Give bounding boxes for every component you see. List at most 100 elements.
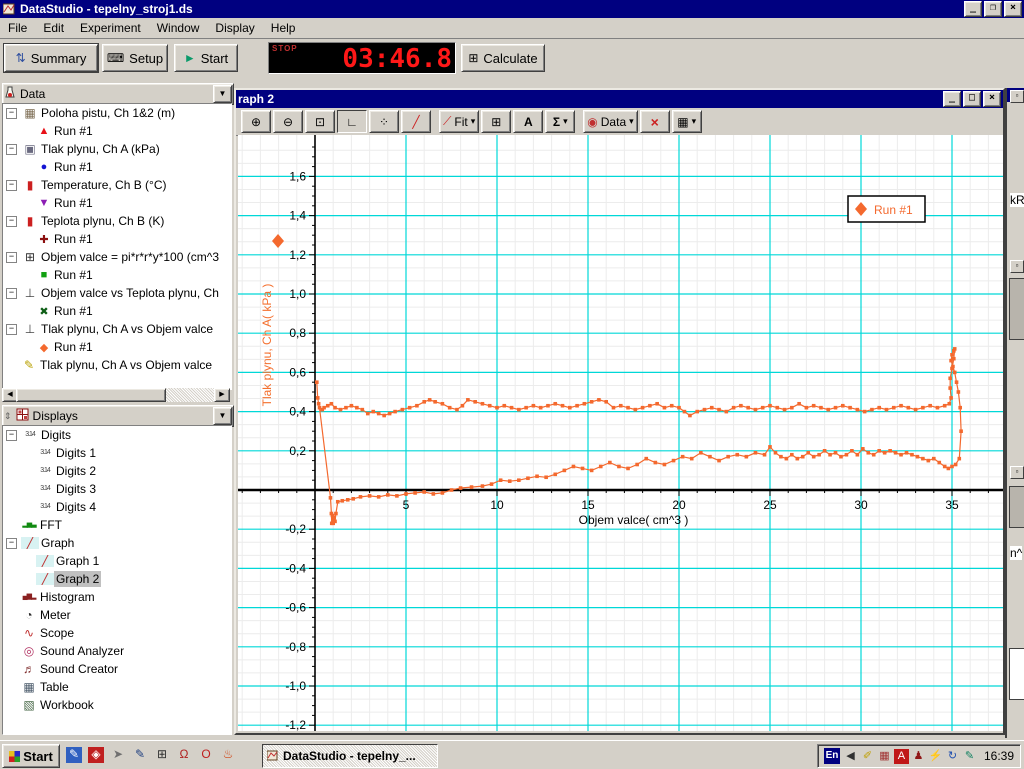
collapse-box-icon[interactable]: − — [6, 324, 17, 335]
collapse-box-icon[interactable]: − — [6, 538, 17, 549]
data-run-item[interactable]: ▼Run #1 — [19, 194, 231, 212]
text-annotation-button[interactable]: A — [513, 110, 543, 133]
scroll-right-icon[interactable]: ▶ — [214, 388, 230, 402]
summary-button[interactable]: ⇅ Summary — [4, 44, 98, 72]
displays-panel-header[interactable]: ⇕ Displays ▼ — [2, 405, 234, 427]
pen-line-icon[interactable]: ✎ — [962, 749, 977, 764]
display-item-graph[interactable]: −╱Graph — [3, 534, 231, 552]
menu-item-display[interactable]: Display — [207, 19, 262, 37]
opera-icon[interactable]: O — [198, 747, 214, 763]
calculate-button[interactable]: ⊞ Calculate — [461, 44, 545, 72]
scheduler-icon[interactable]: ▦ — [877, 749, 892, 764]
setup-button[interactable]: ⌨ Setup — [102, 44, 168, 72]
scale-to-fit-button[interactable]: ∟ — [337, 110, 367, 133]
speaker-icon[interactable]: ◀ — [843, 749, 858, 764]
graph-maximize-button[interactable]: □ — [963, 91, 981, 107]
graph-close-button[interactable]: × — [983, 91, 1001, 107]
menu-item-window[interactable]: Window — [149, 19, 208, 37]
data-item-2[interactable]: −▮Temperature, Ch B (°C) — [3, 176, 231, 194]
close-button[interactable]: × — [1004, 1, 1022, 17]
brush-icon[interactable]: ✐ — [860, 749, 875, 764]
data-item-0[interactable]: −▦Poloha pistu, Ch 1&2 (m) — [3, 104, 231, 122]
data-run-item[interactable]: ✖Run #1 — [19, 302, 231, 320]
pen-icon[interactable]: ✎ — [132, 747, 148, 763]
display-item-scope[interactable]: ∿Scope — [3, 624, 231, 642]
display-item-sound-creator[interactable]: ♬Sound Creator — [3, 660, 231, 678]
taskbar-app-button[interactable]: DataStudio - tepelny_... — [262, 744, 438, 768]
displays-panel-dropdown-button[interactable]: ▼ — [213, 407, 232, 425]
start-button[interactable]: ► Start — [174, 44, 238, 72]
display-item-meter[interactable]: ◔Meter — [3, 606, 231, 624]
data-panel-dropdown-button[interactable]: ▼ — [213, 85, 232, 103]
start-menu-button[interactable]: Start — [2, 744, 60, 768]
display-item-digits-3[interactable]: 3.14Digits 3 — [19, 480, 231, 498]
data-item-4[interactable]: −⊞Objem valce = pi*r*r*y*100 (cm^3 — [3, 248, 231, 266]
data-item-7[interactable]: ✎Tlak plynu, Ch A vs Objem valce — [3, 356, 231, 374]
graph-plot-area[interactable]: 1,61,41,21,00,80,60,40,2-0,2-0,4-0,6-0,8… — [238, 135, 1003, 731]
data-run-item[interactable]: ✚Run #1 — [19, 230, 231, 248]
lightning-icon[interactable]: ⚡ — [928, 749, 943, 764]
display-item-table[interactable]: ▦Table — [3, 678, 231, 696]
data-item-5[interactable]: −⊥Objem valce vs Teplota plynu, Ch — [3, 284, 231, 302]
data-item-1[interactable]: −▣Tlak plynu, Ch A (kPa) — [3, 140, 231, 158]
chevron-down-icon: ▾ — [692, 116, 697, 127]
graph-settings-button[interactable]: ▦ ▾ — [672, 110, 702, 133]
acrobat-icon[interactable]: ◈ — [88, 747, 104, 763]
display-item-digits-4[interactable]: 3.14Digits 4 — [19, 498, 231, 516]
slope-tool-button[interactable]: ╱ — [401, 110, 431, 133]
data-item-6[interactable]: −⊥Tlak plynu, Ch A vs Objem valce — [3, 320, 231, 338]
zoom-out-button[interactable]: ⊖ — [273, 110, 303, 133]
collapse-box-icon[interactable]: − — [6, 180, 17, 191]
main-toolbar: ⇅ Summary ⌨ Setup ► Start STOP 03:46.8 ⊞… — [0, 39, 1024, 76]
collapse-box-icon[interactable]: − — [6, 108, 17, 119]
display-item-sound-analyzer[interactable]: ◎Sound Analyzer — [3, 642, 231, 660]
minimize-button[interactable]: _ — [964, 1, 982, 17]
dragon-icon[interactable]: Ω — [176, 747, 192, 763]
display-item-histogram[interactable]: ▄▆▂Histogram — [3, 588, 231, 606]
sync-icon[interactable]: ↻ — [945, 749, 960, 764]
statistics-button[interactable]: Σ ▾ — [545, 110, 575, 133]
data-run-item[interactable]: ▲Run #1 — [19, 122, 231, 140]
data-run-item[interactable]: ●Run #1 — [19, 158, 231, 176]
display-item-digits-2[interactable]: 3.14Digits 2 — [19, 462, 231, 480]
zoom-in-button[interactable]: ⊕ — [241, 110, 271, 133]
calculator-icon[interactable]: ⊞ — [154, 747, 170, 763]
fit-menu-button[interactable]: ⟋ Fit ▾ — [439, 110, 479, 133]
remove-data-button[interactable]: × — [640, 110, 670, 133]
data-panel-header[interactable]: Data ▼ — [2, 83, 234, 105]
collapse-box-icon[interactable]: − — [6, 144, 17, 155]
figure-icon[interactable]: ♟ — [911, 749, 926, 764]
data-tree-hscrollbar[interactable]: ◀ ▶ — [2, 388, 230, 402]
display-item-digits[interactable]: −3.14Digits — [3, 426, 231, 444]
calculator-icon: ⊞ — [21, 251, 39, 263]
display-item-graph-1[interactable]: ╱Graph 1 — [19, 552, 231, 570]
menu-item-edit[interactable]: Edit — [35, 19, 72, 37]
data-menu-button[interactable]: ◉ Data ▾ — [583, 110, 637, 133]
restore-button[interactable]: ❐ — [984, 1, 1002, 17]
collapse-box-icon[interactable]: − — [6, 216, 17, 227]
graph-calculate-button[interactable]: ⊞ — [481, 110, 511, 133]
data-run-item[interactable]: ◆Run #1 — [19, 338, 231, 356]
bird-icon[interactable]: ➤ — [110, 747, 126, 763]
menu-item-help[interactable]: Help — [263, 19, 304, 37]
zoom-select-button[interactable]: ⊡ — [305, 110, 335, 133]
graph-minimize-button[interactable]: _ — [943, 91, 961, 107]
display-item-digits-1[interactable]: 3.14Digits 1 — [19, 444, 231, 462]
collapse-box-icon[interactable]: − — [6, 288, 17, 299]
scrollbar-thumb[interactable] — [16, 388, 166, 402]
ati-icon[interactable]: A — [894, 749, 909, 764]
data-run-item[interactable]: ■Run #1 — [19, 266, 231, 284]
flame-icon[interactable]: ♨ — [220, 747, 236, 763]
collapse-box-icon[interactable]: − — [6, 430, 17, 441]
display-item-workbook[interactable]: ▧Workbook — [3, 696, 231, 714]
menu-item-experiment[interactable]: Experiment — [72, 19, 149, 37]
data-item-3[interactable]: −▮Teplota plynu, Ch B (K) — [3, 212, 231, 230]
graph-window-title-bar[interactable]: raph 2 _ □ × — [236, 90, 1003, 108]
smart-tool-button[interactable]: ⁘ — [369, 110, 399, 133]
display-item-fft[interactable]: ▂▅▃FFT — [3, 516, 231, 534]
menu-item-file[interactable]: File — [0, 19, 35, 37]
language-indicator[interactable]: En — [824, 748, 840, 764]
journal-icon[interactable]: ✎ — [66, 747, 82, 763]
display-item-graph-2[interactable]: ╱Graph 2 — [19, 570, 231, 588]
collapse-box-icon[interactable]: − — [6, 252, 17, 263]
